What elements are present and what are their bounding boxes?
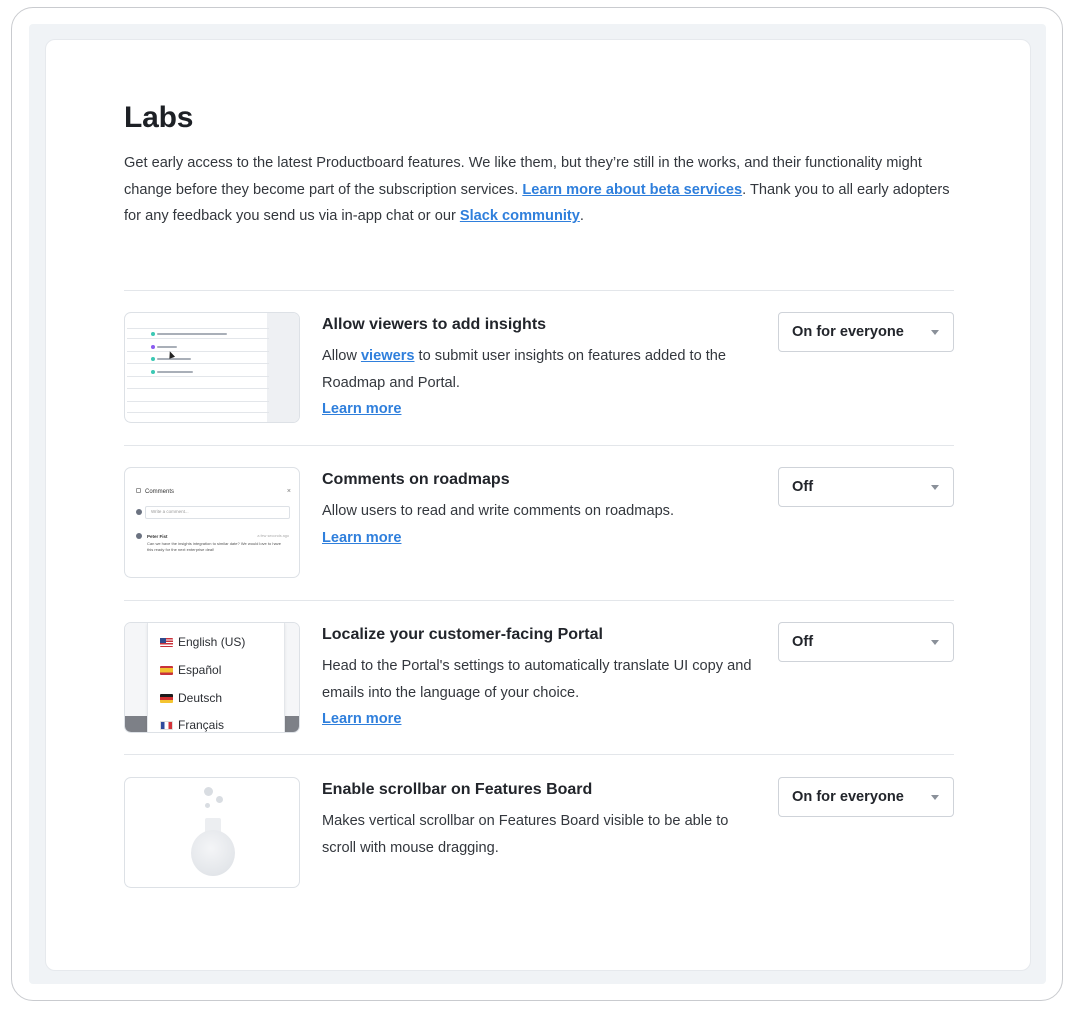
avatar bbox=[136, 509, 142, 515]
feature-status-select[interactable]: Off bbox=[778, 467, 954, 507]
feature-description: Head to the Portal's settings to automat… bbox=[322, 658, 752, 701]
germany-flag-icon bbox=[160, 693, 173, 703]
chevron-down-icon bbox=[931, 640, 939, 645]
feature-description: Allow users to read and write comments o… bbox=[322, 503, 675, 519]
feature-thumbnail-languages: English (US) Español Deutsch Français bbox=[124, 622, 300, 733]
france-flag-icon bbox=[160, 720, 173, 730]
language-dropdown-preview: English (US) Español Deutsch Français bbox=[147, 623, 285, 732]
feature-title: Localize your customer-facing Portal bbox=[322, 626, 603, 643]
learn-more-link[interactable]: Learn more bbox=[322, 525, 752, 551]
feature-thumbnail-comments: Comments × Write a comment... Peter Fist… bbox=[124, 467, 300, 578]
feature-localize-portal: English (US) Español Deutsch Français Lo… bbox=[124, 622, 954, 734]
spain-flag-icon bbox=[160, 665, 173, 675]
close-icon: × bbox=[286, 488, 291, 495]
viewers-link[interactable]: viewers bbox=[361, 348, 415, 364]
feature-status-select[interactable]: On for everyone bbox=[778, 777, 954, 817]
feature-thumbnail-flask bbox=[124, 777, 300, 888]
comment-icon bbox=[136, 488, 141, 493]
feature-thumbnail-insights bbox=[124, 312, 300, 423]
intro-text: Get early access to the latest Productbo… bbox=[124, 155, 950, 224]
avatar bbox=[136, 533, 142, 539]
divider bbox=[124, 290, 954, 291]
feature-title: Enable scrollbar on Features Board bbox=[322, 781, 593, 798]
divider bbox=[124, 754, 954, 755]
feature-description: Allow viewers to submit user insights on… bbox=[322, 348, 727, 391]
chevron-down-icon bbox=[931, 485, 939, 490]
feature-allow-viewers-insights: Allow viewers to add insights Allow view… bbox=[124, 312, 954, 424]
learn-more-link[interactable]: Learn more bbox=[322, 396, 752, 422]
divider bbox=[124, 445, 954, 446]
feature-title: Comments on roadmaps bbox=[322, 471, 510, 488]
feature-status-select[interactable]: On for everyone bbox=[778, 312, 954, 352]
browser-window: Labs Get early access to the latest Prod… bbox=[11, 7, 1063, 1001]
labs-panel: Labs Get early access to the latest Prod… bbox=[45, 39, 1031, 971]
feature-enable-scrollbar: Enable scrollbar on Features Board Makes… bbox=[124, 777, 954, 889]
page-title: Labs bbox=[124, 101, 194, 134]
learn-more-link[interactable]: Learn more bbox=[322, 706, 752, 732]
divider bbox=[124, 600, 954, 601]
feature-comments-on-roadmaps: Comments × Write a comment... Peter Fist… bbox=[124, 467, 954, 579]
beta-services-link[interactable]: Learn more about beta services bbox=[522, 182, 742, 198]
feature-status-select[interactable]: Off bbox=[778, 622, 954, 662]
chevron-down-icon bbox=[931, 795, 939, 800]
page-background: Labs Get early access to the latest Prod… bbox=[29, 24, 1046, 984]
us-flag-icon bbox=[160, 637, 173, 647]
feature-title: Allow viewers to add insights bbox=[322, 316, 547, 333]
slack-community-link[interactable]: Slack community bbox=[460, 208, 580, 224]
feature-description: Makes vertical scrollbar on Features Boa… bbox=[322, 813, 729, 856]
chevron-down-icon bbox=[931, 330, 939, 335]
